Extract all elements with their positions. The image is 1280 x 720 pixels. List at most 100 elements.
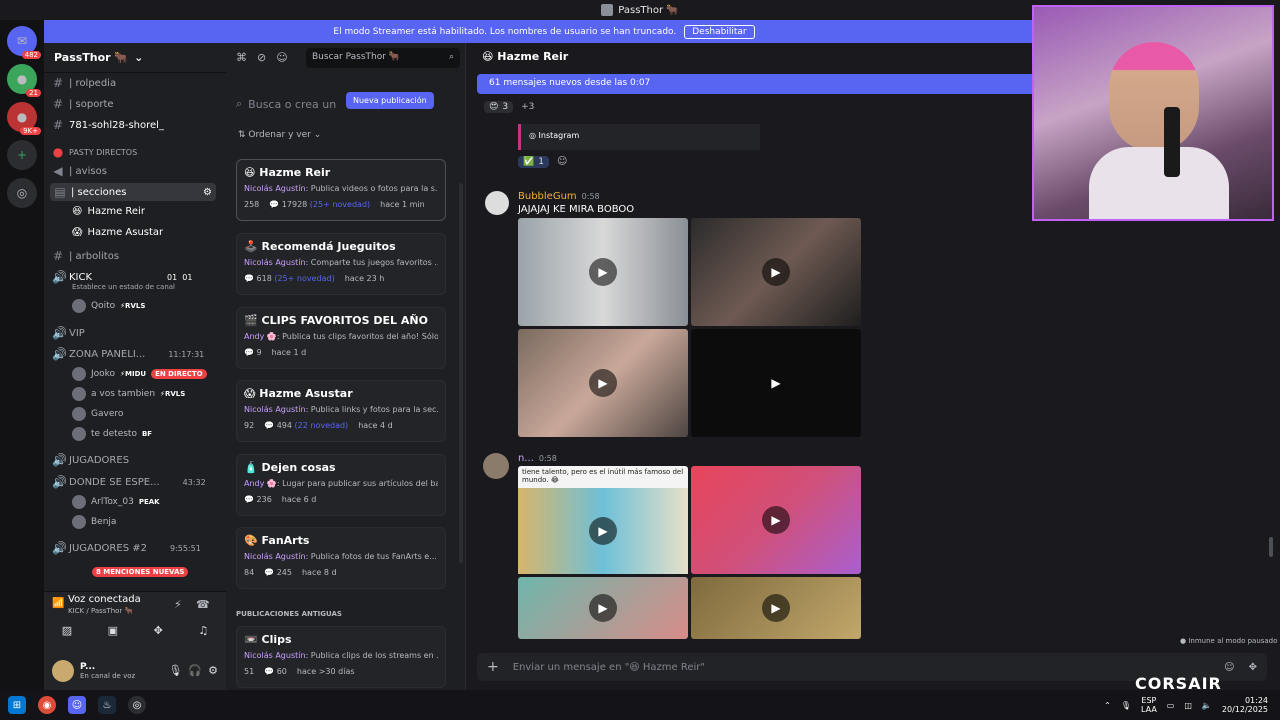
channel-soporte[interactable]: # | soporte xyxy=(52,97,114,111)
voice-channel-jugadores-2[interactable]: 🔊 JUGADORES #2 9:55:51 xyxy=(52,541,201,555)
new-post-button[interactable]: Nueva publicación xyxy=(346,92,434,109)
apps-icon[interactable]: ✥ xyxy=(1249,662,1257,673)
channel-arbolitos[interactable]: # | arbolitos xyxy=(52,249,119,263)
message-author[interactable]: BubbleGum xyxy=(518,191,577,202)
disconnect-icon[interactable]: ☎ xyxy=(196,598,210,611)
gear-icon[interactable]: ⚙ xyxy=(208,664,218,677)
members-icon[interactable]: ☺ xyxy=(276,51,287,64)
soundboard-icon[interactable]: ♫ xyxy=(198,624,208,637)
voice-channel-donde[interactable]: 🔊 DONDE SE ESPE... 43:32 xyxy=(52,475,206,489)
mute-icon[interactable]: ⊘ xyxy=(257,51,266,64)
search-input[interactable]: Buscar PassThor 🐂 ⌕ xyxy=(306,48,460,68)
video-attachment[interactable]: ▶ xyxy=(691,577,861,639)
noise-suppression-icon[interactable]: ⚡ xyxy=(174,598,182,611)
volume-icon[interactable]: 🔈 xyxy=(1202,701,1212,710)
language-indicator[interactable]: ESP LAA xyxy=(1141,696,1157,714)
network-icon[interactable]: ◫ xyxy=(1184,701,1192,710)
display-icon[interactable]: ▭ xyxy=(1167,701,1175,710)
forum-post-card[interactable]: 😆 Hazme Reir Nicolás Agustín: Publica vi… xyxy=(236,159,446,221)
gear-icon[interactable]: ⚙ xyxy=(203,187,212,198)
voice-user[interactable]: te detesto BF xyxy=(72,427,152,441)
channel-secciones[interactable]: ▤ | secciones ⚙ xyxy=(50,183,216,201)
voice-user[interactable]: ArlTox_03 PEAK xyxy=(72,495,160,509)
direct-messages-icon[interactable]: ✉ 482 xyxy=(7,26,41,59)
scrollbar[interactable] xyxy=(459,183,463,563)
voice-user[interactable]: Benja xyxy=(72,515,116,529)
more-reactions[interactable]: +3 xyxy=(521,102,534,112)
server-icon[interactable]: ● 9K+ xyxy=(7,102,41,135)
voice-channel-zona[interactable]: 🔊 ZONA PANELI... 11:17:31 xyxy=(52,347,204,361)
voice-user[interactable]: a vos tambien ⚡RVLS xyxy=(72,387,185,401)
voice-user[interactable]: Gavero xyxy=(72,407,123,421)
server-icon[interactable]: ● 21 xyxy=(7,64,41,97)
server-header[interactable]: PassThor 🐂 ⌄ xyxy=(44,43,226,73)
play-icon[interactable]: ▶ xyxy=(762,369,790,397)
obs-icon[interactable]: ◎ xyxy=(128,696,146,714)
voice-channel-vip[interactable]: 🔊 VIP xyxy=(52,326,85,340)
forum-post-card[interactable]: 🕹️ Recomendá Jueguitos Nicolás Agustín: … xyxy=(236,233,446,295)
chrome-icon[interactable]: ◉ xyxy=(38,696,56,714)
avatar[interactable] xyxy=(52,659,74,682)
video-attachment[interactable]: ▶ xyxy=(518,329,688,437)
video-attachment[interactable]: ▶ xyxy=(518,218,688,326)
video-attachment[interactable]: ▶ xyxy=(691,329,861,437)
comment-icon: 💬 60 xyxy=(264,667,287,676)
play-icon[interactable]: ▶ xyxy=(589,258,617,286)
video-attachment[interactable]: ▶ xyxy=(691,466,861,574)
thread-hazme-asustar[interactable]: 😱 Hazme Asustar xyxy=(72,227,163,238)
threads-icon[interactable]: ⌘ xyxy=(236,51,247,64)
add-server-icon[interactable]: + xyxy=(7,140,37,170)
instagram-embed[interactable]: ◎ Instagram xyxy=(518,124,760,150)
sort-button[interactable]: ⇅ Ordenar y ver ⌄ xyxy=(238,130,321,140)
camera-off-icon[interactable]: ▨ xyxy=(62,624,72,637)
play-icon[interactable]: ▶ xyxy=(589,594,617,622)
steam-icon[interactable]: ♨ xyxy=(98,696,116,714)
voice-user[interactable]: Jooko ⚡MIDU EN DIRECTO xyxy=(72,367,207,381)
attach-plus-icon[interactable]: + xyxy=(487,659,499,675)
play-icon[interactable]: ▶ xyxy=(762,258,790,286)
reaction[interactable]: 😍 3 xyxy=(484,101,514,113)
forum-post-card[interactable]: 🎬 CLIPS FAVORITOS DEL AÑO Andy 🌸: Public… xyxy=(236,307,446,369)
disable-button[interactable]: Deshabilitar xyxy=(684,24,755,39)
video-attachment[interactable]: ▶ xyxy=(691,218,861,326)
activities-icon[interactable]: ✥ xyxy=(154,624,163,637)
channel-avisos[interactable]: ◀ | avisos xyxy=(52,164,107,178)
forum-post-card[interactable]: 🧴 Dejen cosas Andy 🌸: Lugar para publica… xyxy=(236,454,446,516)
play-icon[interactable]: ▶ xyxy=(589,517,617,545)
new-messages-bar[interactable]: 61 mensajes nuevos desde las 0:07 xyxy=(477,74,1047,94)
play-icon[interactable]: ▶ xyxy=(762,594,790,622)
channel-thread[interactable]: #781-sohl28-shorel_ xyxy=(52,118,164,132)
voice-user[interactable]: Qoito ⚡RVLS xyxy=(72,299,145,313)
add-reaction-icon[interactable]: ☺ xyxy=(557,156,567,168)
windows-start-icon[interactable]: ⊞ xyxy=(8,696,26,714)
avatar[interactable] xyxy=(483,453,509,479)
emoji-icon[interactable]: ☺ xyxy=(1224,662,1234,673)
avatar[interactable] xyxy=(485,191,509,215)
play-icon[interactable]: ▶ xyxy=(589,369,617,397)
clock[interactable]: 01:24 20/12/2025 xyxy=(1222,696,1268,714)
discord-icon[interactable]: ☺ xyxy=(68,696,86,714)
thread-hazme-reir[interactable]: 😆 Hazme Reir xyxy=(72,206,145,217)
explore-icon[interactable]: ◎ xyxy=(7,178,37,208)
channel-status[interactable]: Establece un estado de canal xyxy=(72,283,175,291)
scrollbar[interactable] xyxy=(1269,537,1273,557)
forum-post-card[interactable]: 🎨 FanArts Nicolás Agustín: Publica fotos… xyxy=(236,527,446,589)
headphones-icon[interactable]: 🎧 xyxy=(188,664,202,677)
reaction[interactable]: ✅ 1 xyxy=(518,156,549,168)
chevron-up-icon[interactable]: ⌃ xyxy=(1104,701,1111,710)
voice-channel-jugadores[interactable]: 🔊 JUGADORES xyxy=(52,453,129,467)
streamer-shirt xyxy=(1089,147,1229,219)
channel-rolpedia[interactable]: # | rolpedia xyxy=(52,76,116,90)
category-pasty-directos[interactable]: ● PASTY DIRECTOS xyxy=(52,145,137,159)
video-attachment[interactable]: ▶ xyxy=(518,577,688,639)
mentions-badge[interactable]: 8 MENCIONES NUEVAS xyxy=(92,567,189,577)
message-author[interactable]: n... xyxy=(518,453,534,464)
video-attachment[interactable]: tiene talento, pero es el inútil más fam… xyxy=(518,466,688,574)
voice-channel-kick[interactable]: 🔊 KICK 01 01 xyxy=(52,270,192,284)
forum-post-card[interactable]: 📼 Clips Nicolás Agustín: Publica clips d… xyxy=(236,626,446,688)
microphone-icon[interactable]: 🎙 xyxy=(168,664,182,677)
screen-share-icon[interactable]: ▣ xyxy=(108,624,118,637)
forum-post-card[interactable]: 😱 Hazme Asustar Nicolás Agustín: Publica… xyxy=(236,380,446,442)
play-icon[interactable]: ▶ xyxy=(762,506,790,534)
mic-icon[interactable]: 🎙 xyxy=(1121,701,1131,710)
